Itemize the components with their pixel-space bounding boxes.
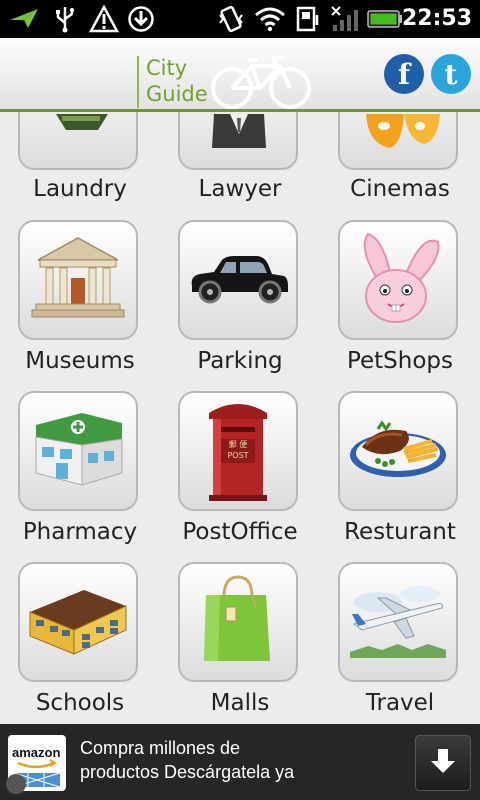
- facebook-icon: f: [397, 57, 411, 91]
- lawyer-icon: [206, 114, 272, 154]
- category-label: Lawyer: [198, 176, 282, 202]
- category-tile-malls[interactable]: [178, 562, 298, 682]
- museum-building-icon: [30, 232, 126, 328]
- ad-text-line2: productos Descárgatela ya: [80, 762, 295, 782]
- category-tile-schools[interactable]: [18, 562, 138, 682]
- category-tile-lawyer[interactable]: [178, 112, 298, 170]
- category-label: Malls: [210, 690, 270, 716]
- category-label: Resturant: [344, 519, 456, 545]
- sim-icon: [294, 4, 322, 34]
- ad-text-line1: Compra millones de: [80, 738, 241, 758]
- app-header: City Guide f t: [0, 38, 480, 112]
- warning-icon: [88, 4, 120, 34]
- category-tile-petshops[interactable]: [338, 220, 458, 340]
- ad-download-button[interactable]: [415, 735, 471, 791]
- category-label: Museums: [25, 348, 135, 374]
- shopping-bag-icon: [200, 573, 276, 671]
- category-tile-travel[interactable]: [338, 562, 458, 682]
- ad-info-icon[interactable]: [6, 774, 26, 794]
- food-plate-icon: [348, 417, 448, 485]
- signal-icon: [330, 4, 360, 34]
- arrow-down-icon: [428, 746, 458, 780]
- facebook-button[interactable]: f: [384, 54, 424, 94]
- laundry-icon: [50, 114, 114, 138]
- category-tile-parking[interactable]: [178, 220, 298, 340]
- twitter-icon: t: [444, 57, 458, 91]
- category-tile-postoffice[interactable]: 郵 便 POST: [178, 391, 298, 511]
- category-grid: Laundry Lawyer Cinemas Museums Parking P…: [0, 112, 480, 724]
- bicycle-icon: [210, 52, 312, 114]
- category-label: Parking: [197, 348, 283, 374]
- vibrate-icon: [216, 4, 246, 34]
- status-bar: 22:53: [0, 0, 480, 38]
- category-label: Travel: [365, 690, 435, 716]
- airplane-icon: [348, 580, 448, 664]
- postbox-label-cjk: 郵 便: [228, 440, 248, 449]
- category-tile-museums[interactable]: [18, 220, 138, 340]
- twitter-button[interactable]: t: [431, 54, 471, 94]
- category-tile-resturant[interactable]: [338, 391, 458, 511]
- category-label: Schools: [35, 690, 125, 716]
- battery-icon: [366, 4, 404, 34]
- wifi-icon: [254, 4, 286, 34]
- pharmacy-building-icon: [32, 409, 124, 493]
- category-label: Laundry: [33, 176, 127, 202]
- category-tile-laundry[interactable]: [18, 112, 138, 170]
- category-label: Pharmacy: [22, 519, 138, 545]
- bunny-icon: [352, 228, 444, 332]
- category-label: PostOffice: [182, 519, 298, 545]
- category-label: Cinemas: [350, 176, 450, 202]
- post-box-icon: 郵 便 POST: [205, 399, 271, 503]
- logo-text-guide: Guide: [146, 82, 208, 106]
- download-icon: [126, 4, 156, 34]
- notification-arrow-icon: [8, 4, 42, 34]
- usb-icon: [52, 4, 78, 34]
- ad-banner[interactable]: amazon Compra millones de productos Desc…: [0, 724, 480, 800]
- car-icon: [186, 252, 290, 308]
- postbox-label-post: POST: [227, 451, 249, 460]
- school-building-icon: [28, 584, 128, 660]
- cinema-masks-icon: [358, 114, 444, 156]
- category-tile-cinemas[interactable]: [338, 112, 458, 170]
- category-label: PetShops: [346, 348, 454, 374]
- logo-divider: [137, 56, 139, 108]
- status-time: 22:53: [401, 6, 472, 31]
- logo-text-city: City: [146, 56, 188, 80]
- category-tile-pharmacy[interactable]: [18, 391, 138, 511]
